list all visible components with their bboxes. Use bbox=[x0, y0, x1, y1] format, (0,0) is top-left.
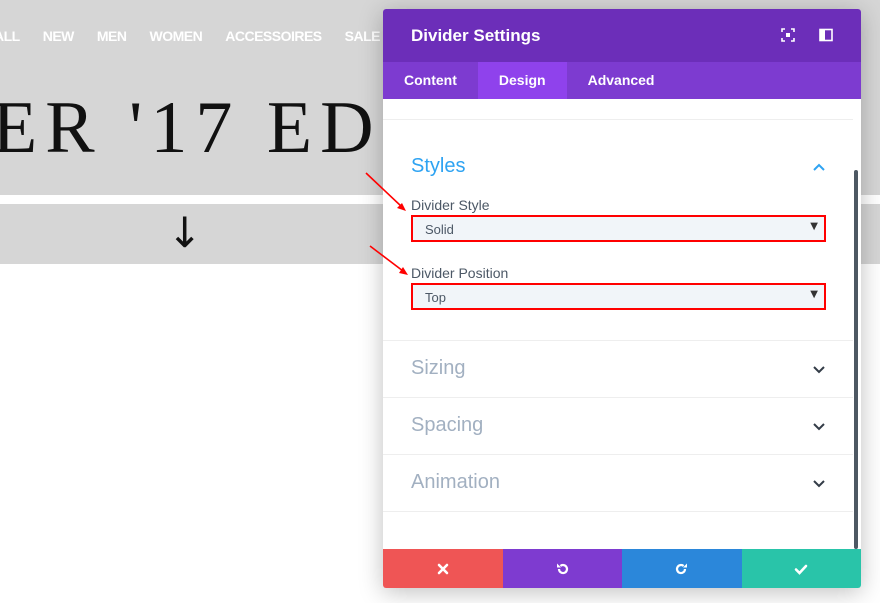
fullscreen-icon[interactable] bbox=[780, 27, 796, 43]
section-spacing-toggle[interactable]: Spacing bbox=[411, 414, 483, 437]
chevron-down-icon[interactable] bbox=[812, 422, 826, 432]
close-icon bbox=[437, 563, 449, 574]
section-separator bbox=[383, 454, 853, 455]
nav-link-accessoires[interactable]: ACCESSOIRES bbox=[225, 28, 322, 44]
page-headline: ER '17 ED bbox=[0, 87, 382, 169]
divider-style-select[interactable]: Solid ▼ bbox=[411, 215, 826, 242]
chevron-down-icon[interactable] bbox=[812, 365, 826, 375]
check-icon bbox=[794, 564, 808, 575]
split-view-icon[interactable] bbox=[818, 27, 834, 43]
nav-link-all[interactable]: ALL bbox=[0, 28, 20, 44]
section-separator bbox=[383, 397, 853, 398]
redo-button[interactable] bbox=[622, 549, 742, 588]
divider-position-value: Top bbox=[425, 290, 446, 305]
modal-body: Styles Divider Style Solid ▼ Divider Pos… bbox=[383, 99, 861, 549]
tab-design[interactable]: Design bbox=[477, 62, 567, 99]
nav-link-men[interactable]: MEN bbox=[97, 28, 127, 44]
divider-position-label: Divider Position bbox=[411, 265, 509, 281]
discard-button[interactable] bbox=[383, 549, 503, 588]
divider-line bbox=[383, 119, 853, 120]
modal-title: Divider Settings bbox=[411, 26, 541, 45]
divider-style-label: Divider Style bbox=[411, 197, 490, 213]
settings-tabs: Content Design Advanced bbox=[383, 62, 861, 99]
down-arrow-icon: ↓ bbox=[167, 208, 203, 257]
nav-link-sale[interactable]: SALE bbox=[345, 28, 381, 44]
nav-link-women[interactable]: WOMEN bbox=[150, 28, 203, 44]
modal-footer bbox=[383, 549, 861, 588]
redo-icon bbox=[675, 563, 687, 574]
save-button[interactable] bbox=[741, 549, 861, 588]
tab-advanced[interactable]: Advanced bbox=[567, 62, 676, 99]
chevron-down-icon[interactable] bbox=[812, 479, 826, 489]
nav-link-new[interactable]: NEW bbox=[43, 28, 75, 44]
section-separator bbox=[383, 511, 853, 512]
section-separator bbox=[383, 340, 853, 341]
section-animation-toggle[interactable]: Animation bbox=[411, 471, 500, 494]
undo-button[interactable] bbox=[502, 549, 622, 588]
divider-position-select[interactable]: Top ▼ bbox=[411, 283, 826, 310]
chevron-up-icon[interactable] bbox=[812, 162, 826, 172]
section-sizing-toggle[interactable]: Sizing bbox=[411, 357, 465, 380]
divider-style-value: Solid bbox=[425, 222, 454, 237]
scrollbar[interactable] bbox=[854, 170, 858, 549]
section-styles-toggle[interactable]: Styles bbox=[411, 155, 465, 178]
site-navigation: ALL NEW MEN WOMEN ACCESSOIRES SALE bbox=[0, 28, 403, 44]
divider-settings-modal: Divider Settings Content Design Advanced… bbox=[383, 9, 861, 588]
undo-icon bbox=[557, 563, 569, 574]
dropdown-caret-icon: ▼ bbox=[810, 221, 818, 232]
dropdown-caret-icon: ▼ bbox=[810, 289, 818, 300]
screen: ALL NEW MEN WOMEN ACCESSOIRES SALE ER '1… bbox=[0, 0, 880, 603]
tab-content[interactable]: Content bbox=[383, 62, 478, 99]
modal-header: Divider Settings bbox=[383, 9, 861, 62]
